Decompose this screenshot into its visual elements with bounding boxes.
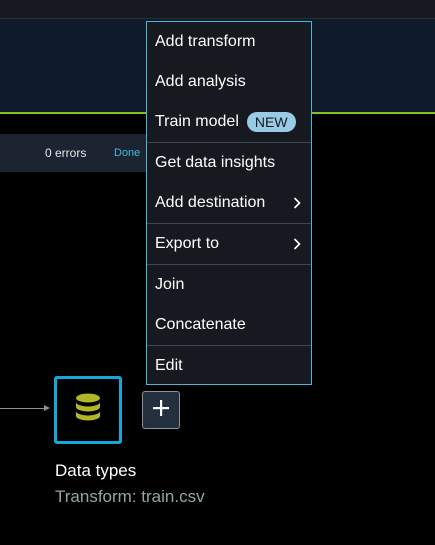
chevron-right-icon bbox=[293, 196, 301, 214]
node-title: Data types bbox=[55, 461, 137, 480]
menu-item-join[interactable]: Join bbox=[147, 265, 311, 305]
new-badge: NEW bbox=[246, 112, 296, 132]
top-strip bbox=[0, 0, 435, 19]
menu-item-label: Get data insights bbox=[155, 154, 276, 171]
menu-item-add-transform[interactable]: Add transform bbox=[147, 22, 311, 62]
data-types-node[interactable] bbox=[54, 376, 122, 444]
done-status: Done bbox=[114, 147, 141, 159]
menu-item-export-to[interactable]: Export to bbox=[147, 224, 311, 264]
menu-item-label: Concatenate bbox=[155, 316, 246, 333]
database-icon bbox=[75, 393, 101, 428]
menu-item-edit[interactable]: Edit bbox=[147, 346, 311, 386]
menu-item-label: Add transform bbox=[155, 33, 256, 50]
add-step-button[interactable] bbox=[142, 391, 180, 429]
status-bar: 0 errors Done bbox=[0, 134, 150, 172]
menu-item-add-analysis[interactable]: Add analysis bbox=[147, 62, 311, 102]
plus-icon bbox=[152, 399, 170, 422]
menu-item-concatenate[interactable]: Concatenate bbox=[147, 305, 311, 345]
menu-item-label: Add analysis bbox=[155, 73, 246, 90]
menu-item-label: Join bbox=[155, 276, 185, 293]
incoming-edge bbox=[0, 408, 46, 409]
menu-item-label: Edit bbox=[155, 357, 183, 374]
menu-item-label: Export to bbox=[155, 235, 220, 252]
menu-item-add-destination[interactable]: Add destination bbox=[147, 183, 311, 223]
menu-item-label: Train model bbox=[155, 113, 239, 130]
menu-item-train-model[interactable]: Train model NEW bbox=[147, 102, 311, 142]
errors-count: 0 errors bbox=[45, 146, 87, 160]
edge-arrowhead bbox=[44, 405, 50, 411]
menu-item-get-data-insights[interactable]: Get data insights bbox=[147, 143, 311, 183]
menu-item-label: Add destination bbox=[155, 194, 266, 211]
node-subtitle: Transform: train.csv bbox=[55, 487, 205, 506]
node-context-menu: Add transform Add analysis Train model N… bbox=[146, 21, 312, 385]
chevron-right-icon bbox=[293, 237, 301, 255]
